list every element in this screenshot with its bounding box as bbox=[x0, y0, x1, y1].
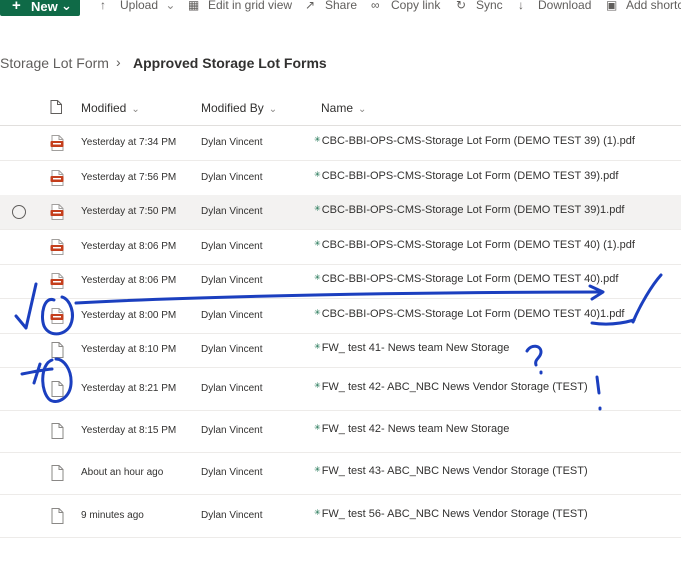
column-header-modified-by[interactable]: Modified By ⌄ bbox=[201, 101, 277, 115]
pdf-file-icon bbox=[50, 204, 64, 220]
document-file-icon bbox=[50, 423, 64, 439]
chevron-down-icon: ⌄ bbox=[61, 0, 72, 13]
row-select-radio[interactable] bbox=[12, 205, 26, 219]
new-item-icon: ✳ bbox=[314, 381, 321, 390]
modified-by-cell[interactable]: Dylan Vincent bbox=[201, 206, 263, 217]
shortcut-icon: ▣ bbox=[606, 0, 618, 12]
file-name-link[interactable]: ✳CBC-BBI-OPS-CMS-Storage Lot Form (DEMO … bbox=[314, 308, 625, 320]
column-header-modified[interactable]: Modified ⌄ bbox=[81, 101, 140, 115]
pdf-file-icon bbox=[50, 308, 64, 324]
modified-by-cell[interactable]: Dylan Vincent bbox=[201, 137, 263, 148]
chevron-down-icon: ⌄ bbox=[165, 0, 176, 12]
new-item-icon: ✳ bbox=[314, 239, 321, 248]
column-header-name[interactable]: Name ⌄ bbox=[321, 101, 366, 115]
new-item-icon: ✳ bbox=[314, 273, 321, 282]
sync-icon: ↻ bbox=[456, 0, 467, 12]
modified-by-cell[interactable]: Dylan Vincent bbox=[201, 241, 263, 252]
file-name-link[interactable]: ✳CBC-BBI-OPS-CMS-Storage Lot Form (DEMO … bbox=[314, 135, 635, 147]
copy-link-button[interactable]: ∞ Copy link bbox=[371, 0, 440, 12]
document-file-icon bbox=[50, 465, 64, 481]
file-name-link[interactable]: ✳FW_ test 41- News team New Storage bbox=[314, 342, 509, 354]
new-item-icon: ✳ bbox=[314, 465, 321, 474]
table-row[interactable]: Yesterday at 7:56 PM Dylan Vincent ✳CBC-BB… bbox=[0, 160, 681, 196]
new-item-icon: ✳ bbox=[314, 170, 321, 179]
modified-cell: Yesterday at 8:21 PM bbox=[81, 383, 177, 394]
new-item-icon: ✳ bbox=[314, 423, 321, 432]
file-name-link[interactable]: ✳FW_ test 56- ABC_NBC News Vendor Storag… bbox=[314, 508, 588, 520]
chevron-down-icon: ⌄ bbox=[131, 104, 140, 115]
new-item-icon: ✳ bbox=[314, 508, 321, 517]
sync-button[interactable]: ↻ Sync bbox=[456, 0, 503, 12]
file-name-link[interactable]: ✳FW_ test 43- ABC_NBC News Vendor Storag… bbox=[314, 465, 588, 477]
table-row[interactable]: Yesterday at 8:10 PM Dylan Vincent ✳FW_ te… bbox=[0, 333, 681, 368]
command-bar: + New ⌄ ↑ Upload ⌄ ▦ Edit in grid view ↗ Sh… bbox=[0, 0, 681, 16]
modified-by-cell[interactable]: Dylan Vincent bbox=[201, 383, 263, 394]
plus-icon: + bbox=[12, 0, 21, 14]
pdf-file-icon bbox=[50, 170, 64, 186]
modified-cell: Yesterday at 8:06 PM bbox=[81, 241, 177, 252]
file-name-link[interactable]: ✳FW_ test 42- ABC_NBC News Vendor Storag… bbox=[314, 381, 588, 393]
new-button[interactable]: + New ⌄ bbox=[0, 0, 80, 16]
modified-by-cell[interactable]: Dylan Vincent bbox=[201, 467, 263, 478]
modified-by-cell[interactable]: Dylan Vincent bbox=[201, 344, 263, 355]
chevron-down-icon: ⌄ bbox=[358, 104, 367, 115]
breadcrumb-root[interactable]: Storage Lot Form bbox=[0, 55, 109, 71]
modified-cell: Yesterday at 7:56 PM bbox=[81, 172, 177, 183]
table-row[interactable]: About an hour ago Dylan Vincent ✳FW_ test … bbox=[0, 452, 681, 495]
document-file-icon bbox=[50, 381, 64, 397]
new-item-icon: ✳ bbox=[314, 204, 321, 213]
table-row[interactable]: Yesterday at 8:21 PM Dylan Vincent ✳FW_ te… bbox=[0, 367, 681, 411]
modified-by-cell[interactable]: Dylan Vincent bbox=[201, 510, 263, 521]
modified-by-cell[interactable]: Dylan Vincent bbox=[201, 310, 263, 321]
chevron-down-icon: ⌄ bbox=[268, 104, 278, 115]
share-icon: ↗ bbox=[305, 0, 316, 12]
table-row[interactable]: Yesterday at 7:50 PM Dylan Vincent ✳CBC-BB… bbox=[0, 195, 681, 230]
modified-by-cell[interactable]: Dylan Vincent bbox=[201, 172, 263, 183]
new-item-icon: ✳ bbox=[314, 308, 321, 317]
breadcrumb-current: Approved Storage Lot Forms bbox=[133, 55, 327, 71]
file-name-link[interactable]: ✳CBC-BBI-OPS-CMS-Storage Lot Form (DEMO … bbox=[314, 204, 625, 216]
file-name-link[interactable]: ✳FW_ test 42- News team New Storage bbox=[314, 423, 509, 435]
document-file-icon bbox=[50, 342, 64, 358]
document-type-icon[interactable] bbox=[50, 100, 62, 114]
file-name-link[interactable]: ✳CBC-BBI-OPS-CMS-Storage Lot Form (DEMO … bbox=[314, 170, 618, 182]
modified-cell: 9 minutes ago bbox=[81, 510, 144, 521]
table-row[interactable]: Yesterday at 8:15 PM Dylan Vincent ✳FW_ te… bbox=[0, 410, 681, 453]
modified-cell: Yesterday at 8:10 PM bbox=[81, 344, 177, 355]
modified-cell: Yesterday at 8:06 PM bbox=[81, 275, 177, 286]
modified-cell: Yesterday at 8:15 PM bbox=[81, 425, 177, 436]
modified-cell: About an hour ago bbox=[81, 467, 164, 478]
edit-grid-button[interactable]: ▦ Edit in grid view bbox=[188, 0, 292, 12]
modified-by-cell[interactable]: Dylan Vincent bbox=[201, 425, 263, 436]
new-item-icon: ✳ bbox=[314, 342, 321, 351]
add-shortcut-button[interactable]: ▣Add shortcu bbox=[606, 0, 681, 12]
table-row[interactable]: Yesterday at 7:34 PM Dylan Vincent ✳CBC-BB… bbox=[0, 126, 681, 161]
modified-cell: Yesterday at 8:00 PM bbox=[81, 310, 177, 321]
pdf-file-icon bbox=[50, 135, 64, 151]
upload-icon: ↑ bbox=[100, 0, 106, 12]
modified-by-cell[interactable]: Dylan Vincent bbox=[201, 275, 263, 286]
file-name-link[interactable]: ✳CBC-BBI-OPS-CMS-Storage Lot Form (DEMO … bbox=[314, 273, 618, 285]
document-file-icon bbox=[50, 508, 64, 524]
table-row[interactable]: 9 minutes ago Dylan Vincent ✳FW_ test 56- … bbox=[0, 494, 681, 538]
modified-cell: Yesterday at 7:34 PM bbox=[81, 137, 177, 148]
download-icon: ↓ bbox=[518, 0, 524, 12]
share-button[interactable]: ↗ Share bbox=[305, 0, 357, 12]
table-row[interactable]: Yesterday at 8:06 PM Dylan Vincent ✳CBC-BB… bbox=[0, 264, 681, 299]
new-item-icon: ✳ bbox=[314, 135, 321, 144]
link-icon: ∞ bbox=[371, 0, 380, 12]
grid-icon: ▦ bbox=[188, 0, 200, 12]
modified-cell: Yesterday at 7:50 PM bbox=[81, 206, 177, 217]
pdf-file-icon bbox=[50, 239, 64, 255]
download-button[interactable]: ↓ Download bbox=[518, 0, 591, 12]
chevron-right-icon: › bbox=[116, 54, 121, 70]
pdf-file-icon bbox=[50, 273, 64, 289]
table-row[interactable]: Yesterday at 8:06 PM Dylan Vincent ✳CBC-BB… bbox=[0, 229, 681, 265]
upload-button[interactable]: ↑ Upload ⌄ bbox=[100, 0, 175, 12]
table-row[interactable]: Yesterday at 8:00 PM Dylan Vincent ✳CBC-BB… bbox=[0, 298, 681, 334]
file-name-link[interactable]: ✳CBC-BBI-OPS-CMS-Storage Lot Form (DEMO … bbox=[314, 239, 635, 251]
